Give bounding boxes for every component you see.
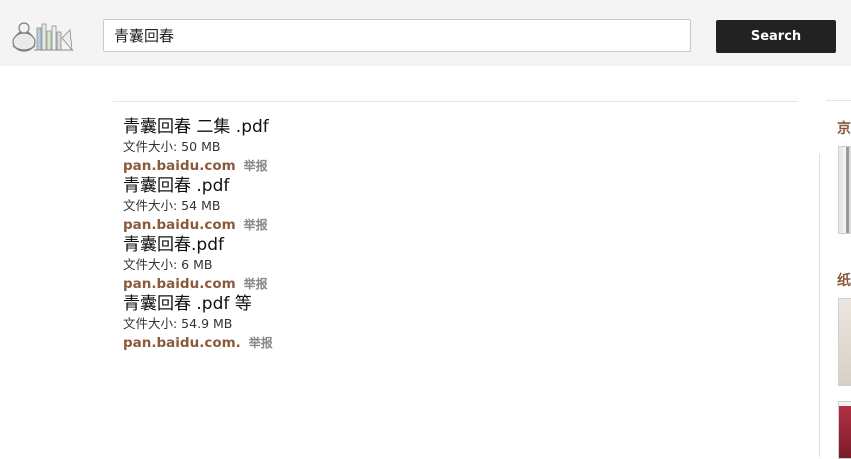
result-source-link[interactable]: pan.baidu.com	[123, 276, 236, 292]
book-cover-thumbnail[interactable]	[838, 146, 851, 234]
search-button[interactable]: Search	[716, 20, 836, 53]
result-source-link[interactable]: pan.baidu.com	[123, 217, 236, 233]
top-bar: Search	[0, 0, 851, 66]
sidebar-heading: 京	[837, 121, 851, 137]
report-link[interactable]: 举报	[249, 336, 273, 350]
result-source-link[interactable]: pan.baidu.com.	[123, 335, 241, 351]
result-meta: pan.baidu.com. 举报	[123, 333, 763, 352]
book-cover-thumbnail[interactable]	[838, 298, 851, 386]
result-file-size: 文件大小: 6 MB	[123, 257, 213, 272]
result-item: 青囊回春.pdf 文件大小: 6 MB pan.baidu.com 举报	[123, 235, 763, 294]
book-cover-thumbnail[interactable]	[838, 401, 851, 459]
sidebar-divider	[826, 100, 851, 101]
result-item: 青囊回春 .pdf 文件大小: 54 MB pan.baidu.com 举报	[123, 176, 763, 235]
result-meta: pan.baidu.com 举报	[123, 274, 763, 293]
results-divider	[113, 101, 798, 102]
search-input[interactable]	[103, 19, 691, 52]
result-title-link[interactable]: 青囊回春 .pdf 等	[123, 294, 763, 315]
sidebar-border	[819, 154, 820, 457]
result-title-link[interactable]: 青囊回春 .pdf	[123, 176, 763, 197]
result-item: 青囊回春 .pdf 等 文件大小: 54.9 MB pan.baidu.com.…	[123, 294, 763, 353]
result-source-link[interactable]: pan.baidu.com	[123, 158, 236, 174]
books-logo-icon[interactable]	[10, 16, 74, 54]
report-link[interactable]: 举报	[244, 218, 268, 232]
result-file-size: 文件大小: 54 MB	[123, 198, 221, 213]
report-link[interactable]: 举报	[244, 277, 268, 291]
result-file-size: 文件大小: 54.9 MB	[123, 316, 233, 331]
result-item: 青囊回春 二集 .pdf 文件大小: 50 MB pan.baidu.com 举报	[123, 117, 763, 176]
sidebar-heading: 纸	[837, 273, 851, 289]
right-sidebar: 京 纸	[819, 100, 851, 459]
result-meta: pan.baidu.com 举报	[123, 156, 763, 175]
result-title-link[interactable]: 青囊回春.pdf	[123, 235, 763, 256]
results-list: 青囊回春 二集 .pdf 文件大小: 50 MB pan.baidu.com 举报…	[123, 117, 763, 353]
result-file-size: 文件大小: 50 MB	[123, 139, 221, 154]
result-title-link[interactable]: 青囊回春 二集 .pdf	[123, 117, 763, 138]
report-link[interactable]: 举报	[244, 159, 268, 173]
result-meta: pan.baidu.com 举报	[123, 215, 763, 234]
